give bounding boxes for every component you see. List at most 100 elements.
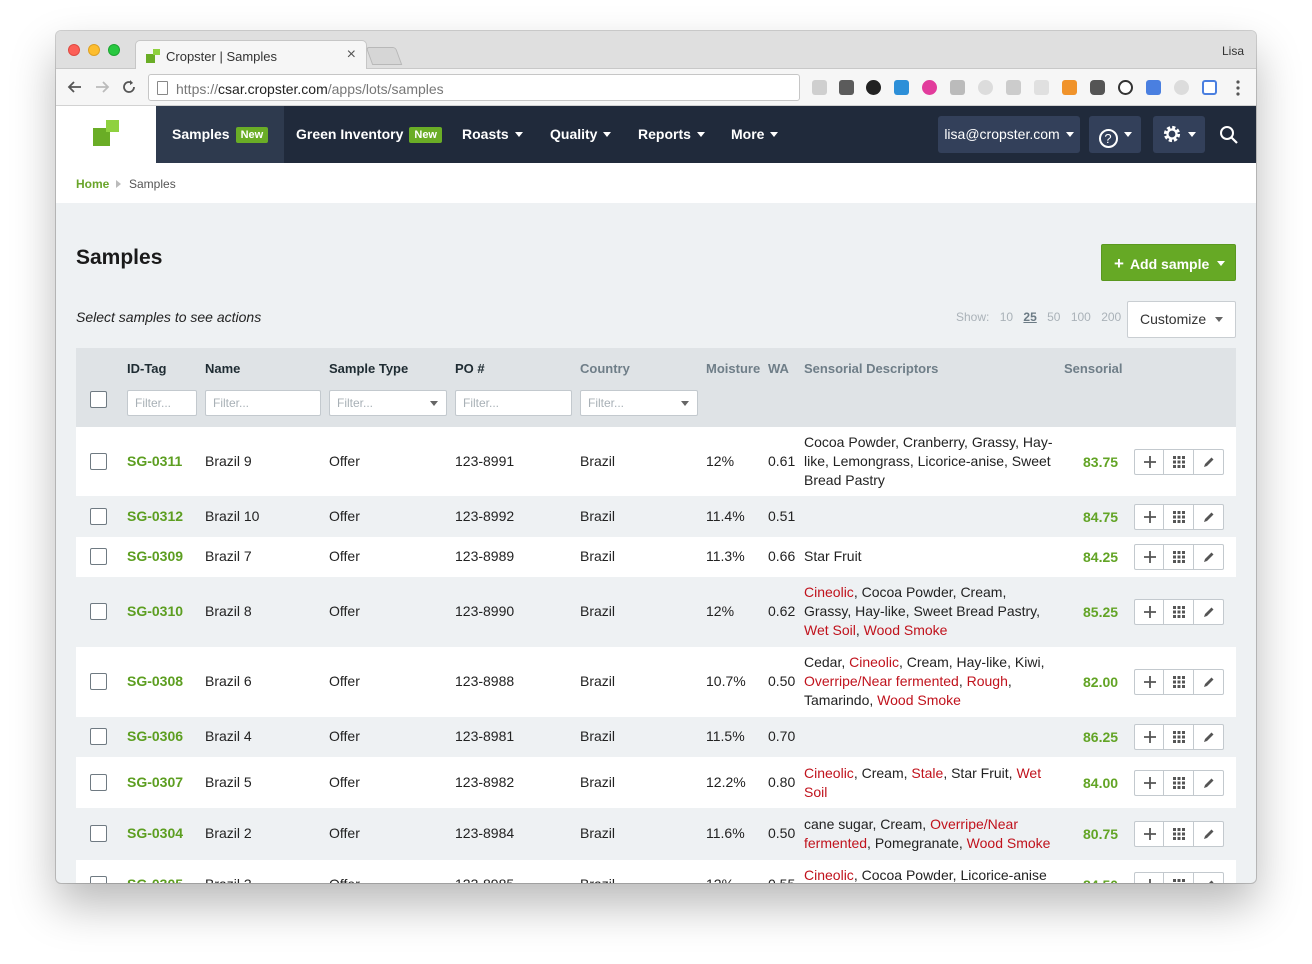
tab-close-icon[interactable]: ×	[347, 46, 356, 64]
column-header-sample-type[interactable]: Sample Type	[329, 361, 408, 376]
sample-id-link[interactable]: SG-0304	[127, 825, 183, 841]
add-cupping-button[interactable]	[1135, 873, 1165, 883]
address-bar[interactable]: https://csar.cropster.com/apps/lots/samp…	[148, 74, 800, 101]
page-size-10[interactable]: 10	[1000, 310, 1013, 324]
sensorial-score[interactable]: 83.75	[1083, 454, 1118, 470]
minimize-window-button[interactable]	[88, 44, 100, 56]
grid-view-button[interactable]	[1164, 873, 1194, 883]
row-checkbox[interactable]	[90, 825, 107, 842]
translate-extension-icon[interactable]	[1146, 80, 1161, 95]
table-row[interactable]: SG-0308 Brazil 6 Offer 123-8988 Brazil 10.7% 0…	[76, 647, 1236, 717]
forward-arrow-icon[interactable]	[93, 78, 111, 96]
extension-icon-15[interactable]	[1202, 80, 1217, 95]
table-row[interactable]: SG-0310 Brazil 8 Offer 123-8990 Brazil 12% 0.6…	[76, 577, 1236, 647]
sample-id-link[interactable]: SG-0310	[127, 603, 183, 619]
browser-tab-samples[interactable]: Cropster | Samples ×	[135, 40, 367, 70]
add-cupping-button[interactable]	[1135, 450, 1165, 474]
sensorial-score[interactable]: 86.25	[1083, 729, 1118, 745]
column-header-sensorial-descriptors[interactable]: Sensorial Descriptors	[804, 361, 938, 376]
row-checkbox[interactable]	[90, 774, 107, 791]
grid-view-button[interactable]	[1164, 725, 1194, 749]
nav-roasts[interactable]: Roasts	[446, 106, 539, 163]
cropster-logo[interactable]	[56, 106, 156, 163]
table-row[interactable]: SG-0312 Brazil 10 Offer 123-8992 Brazil 11.4%…	[76, 496, 1236, 537]
row-checkbox[interactable]	[90, 508, 107, 525]
grid-view-button[interactable]	[1164, 545, 1194, 569]
select-all-checkbox[interactable]	[90, 391, 107, 408]
row-checkbox[interactable]	[90, 673, 107, 690]
nav-reports[interactable]: Reports	[622, 106, 721, 163]
row-checkbox[interactable]	[90, 728, 107, 745]
add-cupping-button[interactable]	[1135, 600, 1165, 624]
column-header-id-tag[interactable]: ID-Tag	[127, 361, 166, 376]
grid-view-button[interactable]	[1164, 505, 1194, 529]
table-row[interactable]: SG-0307 Brazil 5 Offer 123-8982 Brazil 12.2% 0…	[76, 757, 1236, 808]
extension-icon-2[interactable]	[839, 80, 854, 95]
nav-quality[interactable]: Quality	[534, 106, 627, 163]
add-cupping-button[interactable]	[1135, 771, 1165, 795]
column-header-wa[interactable]: WA	[768, 361, 789, 376]
grid-view-button[interactable]	[1164, 600, 1194, 624]
table-row[interactable]: SG-0311 Brazil 9 Offer 123-8991 Brazil 12% 0.6…	[76, 427, 1236, 496]
nav-samples[interactable]: Samples New	[156, 106, 285, 163]
help-menu[interactable]: ?	[1089, 116, 1141, 153]
filter-po[interactable]: Filter...	[455, 390, 572, 416]
extension-icon-1[interactable]	[812, 80, 827, 95]
filter-sample-type[interactable]: Filter...	[329, 390, 447, 416]
breadcrumb-home-link[interactable]: Home	[76, 177, 109, 191]
sample-id-link[interactable]: SG-0312	[127, 508, 183, 524]
page-size-200[interactable]: 200	[1101, 310, 1121, 324]
extension-icon-12[interactable]	[1118, 80, 1133, 95]
column-header-name[interactable]: Name	[205, 361, 240, 376]
sample-id-link[interactable]: SG-0305	[127, 876, 183, 883]
edit-button[interactable]	[1194, 545, 1223, 569]
column-header-country[interactable]: Country	[580, 361, 630, 376]
nav-more[interactable]: More	[715, 106, 794, 163]
sample-id-link[interactable]: SG-0306	[127, 728, 183, 744]
sensorial-score[interactable]: 84.75	[1083, 509, 1118, 525]
sample-id-link[interactable]: SG-0308	[127, 673, 183, 689]
page-size-100[interactable]: 100	[1071, 310, 1091, 324]
add-cupping-button[interactable]	[1135, 670, 1165, 694]
extension-icon-8[interactable]	[1006, 80, 1021, 95]
extension-icon-4[interactable]	[894, 80, 909, 95]
extension-icon-6[interactable]	[950, 80, 965, 95]
filter-name[interactable]: Filter...	[205, 390, 321, 416]
sensorial-score[interactable]: 84.50	[1083, 877, 1118, 883]
edit-button[interactable]	[1194, 505, 1223, 529]
page-size-25[interactable]: 25	[1023, 310, 1036, 324]
sample-id-link[interactable]: SG-0309	[127, 548, 183, 564]
column-header-moisture[interactable]: Moisture	[706, 361, 760, 376]
add-sample-button[interactable]: + Add sample	[1101, 244, 1236, 281]
table-row[interactable]: SG-0305 Brazil 3 Offer 123-8985 Brazil 12% 0.5…	[76, 860, 1236, 883]
table-row[interactable]: SG-0309 Brazil 7 Offer 123-8989 Brazil 11.3% 0…	[76, 537, 1236, 577]
add-cupping-button[interactable]	[1135, 725, 1165, 749]
sensorial-score[interactable]: 80.75	[1083, 826, 1118, 842]
edit-button[interactable]	[1194, 670, 1223, 694]
edit-button[interactable]	[1194, 822, 1223, 846]
sensorial-score[interactable]: 84.25	[1083, 549, 1118, 565]
sensorial-score[interactable]: 85.25	[1083, 604, 1118, 620]
search-icon[interactable]	[1219, 125, 1239, 145]
column-header-sensorial[interactable]: Sensorial	[1064, 361, 1123, 376]
extension-icon-10[interactable]	[1062, 80, 1077, 95]
table-row[interactable]: SG-0304 Brazil 2 Offer 123-8984 Brazil 11.6% 0…	[76, 808, 1236, 860]
page-size-50[interactable]: 50	[1047, 310, 1060, 324]
sample-id-link[interactable]: SG-0307	[127, 774, 183, 790]
add-cupping-button[interactable]	[1135, 545, 1165, 569]
row-checkbox[interactable]	[90, 603, 107, 620]
row-checkbox[interactable]	[90, 453, 107, 470]
sample-id-link[interactable]: SG-0311	[127, 453, 182, 469]
table-row[interactable]: SG-0306 Brazil 4 Offer 123-8981 Brazil 11.5% 0…	[76, 717, 1236, 757]
reload-icon[interactable]	[120, 78, 138, 96]
filter-id-tag[interactable]: Filter...	[127, 390, 197, 416]
edit-button[interactable]	[1194, 725, 1223, 749]
edit-button[interactable]	[1194, 873, 1223, 883]
column-header-po[interactable]: PO #	[455, 361, 485, 376]
settings-menu[interactable]	[1153, 116, 1205, 153]
back-arrow-icon[interactable]	[66, 78, 84, 96]
grid-view-button[interactable]	[1164, 771, 1194, 795]
sensorial-score[interactable]: 82.00	[1083, 674, 1118, 690]
sensorial-score[interactable]: 84.00	[1083, 775, 1118, 791]
new-tab-button[interactable]	[365, 47, 403, 65]
